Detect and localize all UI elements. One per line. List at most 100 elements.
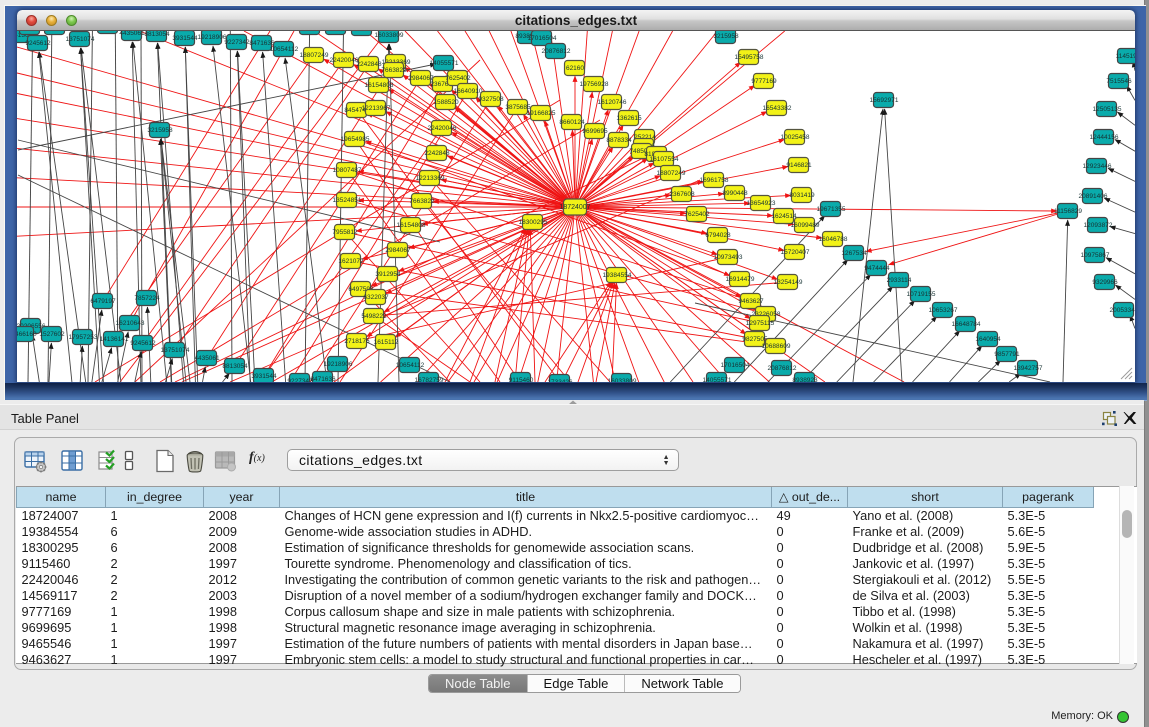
svg-text:22420046: 22420046 [330,57,359,64]
svg-text:12975115: 12975115 [746,320,775,327]
svg-text:6479197: 6479197 [90,298,116,305]
svg-text:1621072: 1621072 [338,258,364,265]
svg-text:16099489: 16099489 [791,222,820,229]
svg-text:15495758: 15495758 [735,54,764,61]
svg-text:8938923: 8938923 [792,377,818,382]
svg-text:17016504: 17016504 [721,362,750,369]
svg-text:12093872: 12093872 [1084,222,1113,229]
svg-text:11156829: 11156829 [1054,208,1082,215]
svg-text:1145193: 1145193 [1116,53,1135,60]
svg-text:7663822: 7663822 [409,198,435,205]
svg-text:17016504: 17016504 [528,35,557,42]
svg-text:3931544: 3931544 [172,35,198,42]
svg-text:12213967: 12213967 [362,105,391,112]
svg-text:8813054: 8813054 [144,31,170,38]
svg-text:19384554: 19384554 [603,272,632,279]
svg-text:3912954: 3912954 [375,271,401,278]
svg-text:7955812: 7955812 [332,229,358,236]
svg-text:10973493: 10973493 [714,254,743,261]
svg-text:8031419: 8031419 [789,192,815,199]
svg-text:13942757: 13942757 [1014,365,1043,372]
svg-text:9245612: 9245612 [130,340,156,347]
svg-text:10975867: 10975867 [1081,252,1110,259]
svg-text:16961758: 16961758 [700,177,729,184]
svg-text:9827505: 9827505 [742,336,768,343]
svg-text:9777169: 9777169 [751,78,777,85]
svg-text:20891406: 20891406 [1079,193,1108,200]
svg-text:7663822: 7663822 [381,67,407,74]
svg-text:14055571: 14055571 [430,60,459,67]
svg-text:8660124: 8660124 [559,119,585,126]
svg-text:62160: 62160 [566,65,584,72]
svg-text:13524851: 13524851 [333,197,362,204]
svg-text:16046788: 16046788 [819,236,848,243]
svg-text:10807487: 10807487 [333,167,362,174]
svg-text:8471636: 8471636 [310,376,336,382]
svg-text:12923446: 12923446 [1083,163,1112,170]
svg-text:13254149: 13254149 [774,279,803,286]
svg-text:18300295: 18300295 [519,219,548,226]
svg-text:7857224: 7857224 [134,295,160,302]
svg-text:16154808: 16154808 [397,222,426,229]
svg-text:8878334: 8878334 [606,137,632,144]
svg-text:15720407: 15720407 [781,249,810,256]
svg-text:9245612: 9245612 [25,40,51,47]
svg-text:3931544: 3931544 [251,373,277,380]
svg-text:20876812: 20876812 [768,365,797,372]
svg-text:3215958: 3215958 [147,127,173,134]
svg-text:16210643: 16210643 [116,320,145,327]
svg-text:16640910: 16640910 [454,88,483,95]
svg-text:12505135: 12505135 [1093,106,1122,113]
svg-text:2242848: 2242848 [356,61,382,68]
svg-text:17957253: 17957253 [69,334,98,341]
svg-text:10654112: 10654112 [270,46,299,53]
svg-text:19671355: 19671355 [817,206,846,213]
svg-text:19218906: 19218906 [324,361,353,368]
svg-text:20053346: 20053346 [1110,307,1135,314]
svg-text:2367608: 2367608 [669,191,695,198]
svg-text:13654923: 13654923 [747,200,776,207]
svg-text:12444156: 12444156 [1090,134,1119,141]
svg-text:2242848: 2242848 [424,150,450,157]
svg-text:2718176: 2718176 [344,338,370,345]
svg-text:16154808: 16154808 [365,82,394,89]
svg-text:10654112: 10654112 [396,362,425,369]
svg-text:19654985: 19654985 [341,136,370,143]
svg-text:9146821: 9146821 [786,162,812,169]
svg-text:4435061: 4435061 [119,31,145,37]
svg-text:1267534: 1267534 [841,250,867,257]
svg-text:9227342: 9227342 [287,378,313,382]
svg-text:14136141: 14136141 [100,336,129,343]
svg-text:2984067: 2984067 [385,247,411,254]
svg-text:10025458: 10025458 [781,134,810,141]
svg-text:20876812: 20876812 [542,48,571,55]
svg-text:16914479: 16914479 [726,276,755,283]
svg-text:12213369: 12213369 [416,175,445,182]
svg-text:9699695: 9699695 [582,128,608,135]
svg-text:9227342: 9227342 [224,39,250,46]
svg-text:7625402: 7625402 [684,211,710,218]
svg-text:15692971: 15692971 [870,97,899,104]
svg-text:18807249: 18807249 [300,52,329,59]
svg-text:3215958: 3215958 [713,33,739,40]
svg-text:1733426: 1733426 [349,31,375,32]
svg-text:19756928: 19756928 [580,81,609,88]
svg-text:16033809: 16033809 [375,32,404,39]
svg-text:6466160: 6466160 [17,331,37,338]
svg-text:10653267: 10653267 [929,307,958,314]
svg-text:19166825: 19166825 [527,110,556,117]
svg-text:18807249: 18807249 [657,170,686,177]
svg-text:19218906: 19218906 [198,34,227,41]
svg-text:1615112: 1615112 [374,339,399,346]
svg-text:1733426: 1733426 [547,379,573,382]
svg-text:16648784: 16648784 [952,321,981,328]
svg-text:16107554: 16107554 [650,156,679,163]
svg-text:9474444: 9474444 [864,265,890,272]
svg-text:9327508: 9327508 [478,96,504,103]
svg-text:10719155: 10719155 [907,291,936,298]
svg-text:8990448: 8990448 [722,190,748,197]
svg-text:16782759: 16782759 [415,377,444,382]
svg-text:22420046: 22420046 [428,125,457,132]
svg-text:16120746: 16120746 [598,99,627,106]
svg-text:4435061: 4435061 [194,355,220,362]
